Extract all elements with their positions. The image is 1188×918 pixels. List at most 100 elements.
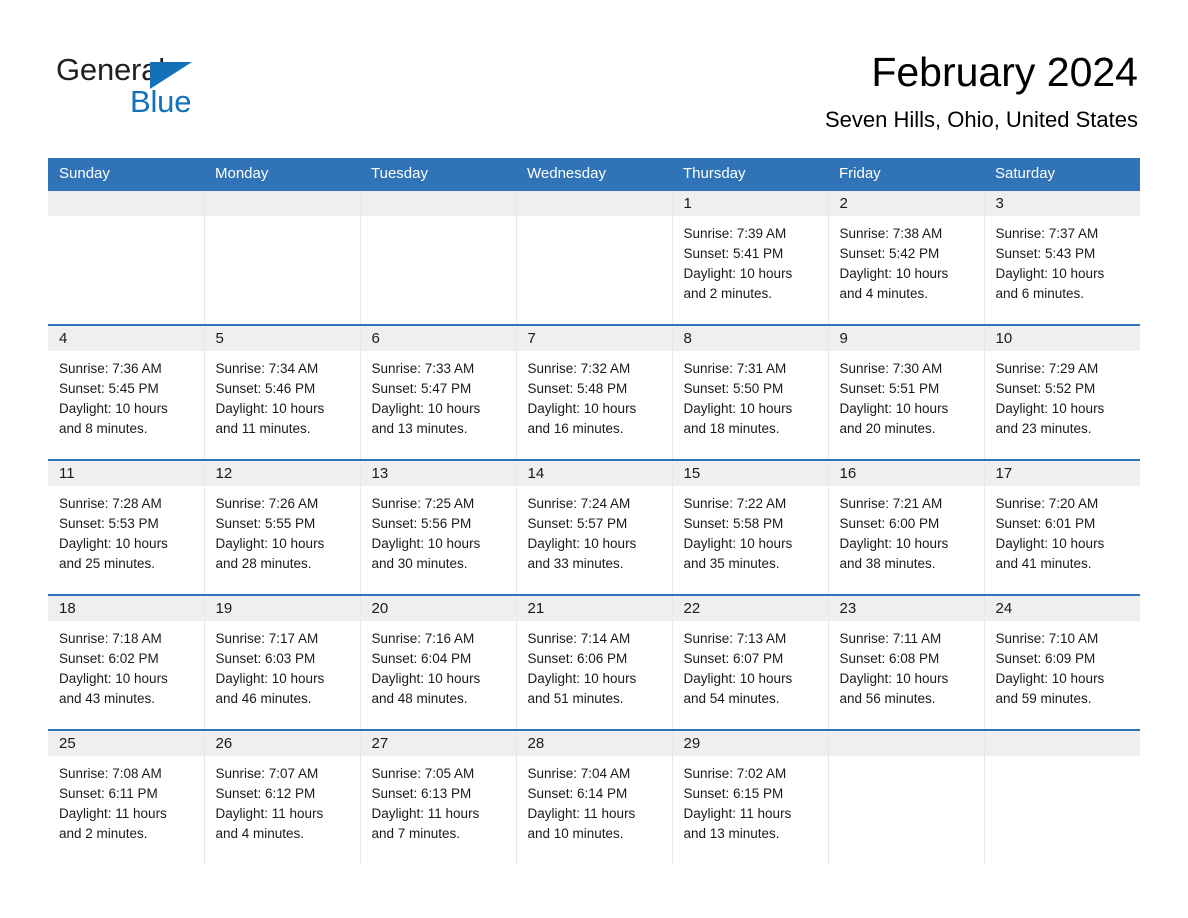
day-detail-line: Daylight: 10 hours [995, 266, 1105, 281]
day-details: Sunrise: 7:26 AM Sunset: 5:55 PM Daylight:… [205, 486, 360, 574]
calendar-day-cell[interactable]: 10 Sunrise: 7:29 AM Sunset: 5:52 PM Dayligh… [984, 324, 1140, 460]
calendar-day-cell[interactable]: 3 Sunrise: 7:37 AM Sunset: 5:43 PM Daylight… [984, 189, 1140, 325]
day-detail-line: Sunset: 6:00 PM [839, 516, 940, 531]
day-detail-line: Daylight: 10 hours [995, 671, 1105, 686]
day-detail-line: Sunset: 6:14 PM [527, 786, 628, 801]
day-number: 24 [984, 596, 1140, 621]
day-detail-line: Daylight: 11 hours [527, 806, 636, 821]
day-detail-line: Sunset: 5:58 PM [683, 516, 784, 531]
calendar-day-cell[interactable]: 21 Sunrise: 7:14 AM Sunset: 6:06 PM Dayligh… [516, 594, 673, 730]
calendar-day-cell[interactable]: 24 Sunrise: 7:10 AM Sunset: 6:09 PM Dayligh… [984, 594, 1140, 730]
day-cell-inner: 21 Sunrise: 7:14 AM Sunset: 6:06 PM Dayligh… [516, 596, 672, 729]
day-cell-inner: 25 Sunrise: 7:08 AM Sunset: 6:11 PM Dayligh… [48, 731, 204, 864]
day-detail-line: Sunset: 6:12 PM [215, 786, 316, 801]
day-detail-line: Sunrise: 7:24 AM [527, 496, 631, 511]
day-cell-inner [48, 191, 204, 324]
day-detail-line: and 33 minutes. [527, 556, 624, 571]
page-title: February 2024 [871, 49, 1138, 95]
day-detail-line: Daylight: 10 hours [683, 536, 793, 551]
page-header: General Blue February 2024 Seven Hills, … [0, 0, 1188, 152]
day-detail-line: Sunrise: 7:29 AM [995, 361, 1099, 376]
calendar-day-cell[interactable]: 6 Sunrise: 7:33 AM Sunset: 5:47 PM Daylight… [360, 324, 517, 460]
calendar-header-row: Sunday Monday Tuesday Wednesday Thursday… [48, 158, 1140, 190]
day-detail-line: Sunset: 6:07 PM [683, 651, 784, 666]
calendar-day-cell[interactable]: 28 Sunrise: 7:04 AM Sunset: 6:14 PM Dayligh… [516, 729, 673, 864]
calendar-day-cell[interactable]: 14 Sunrise: 7:24 AM Sunset: 5:57 PM Dayligh… [516, 459, 673, 595]
day-cell-inner [828, 731, 984, 864]
day-detail-line: and 6 minutes. [995, 286, 1085, 301]
day-detail-line: and 4 minutes. [839, 286, 929, 301]
day-detail-line: Sunrise: 7:28 AM [59, 496, 162, 511]
day-detail-line: Daylight: 11 hours [59, 806, 167, 821]
day-detail-line: Sunrise: 7:04 AM [527, 766, 631, 781]
day-details: Sunrise: 7:33 AM Sunset: 5:47 PM Daylight:… [361, 351, 516, 439]
day-cell-inner: 22 Sunrise: 7:13 AM Sunset: 6:07 PM Dayligh… [672, 596, 828, 729]
calendar-day-cell[interactable]: 4 Sunrise: 7:36 AM Sunset: 5:45 PM Daylight… [48, 324, 205, 460]
day-cell-inner [204, 191, 360, 324]
day-detail-line: and 8 minutes. [59, 421, 148, 436]
calendar-day-cell[interactable]: 27 Sunrise: 7:05 AM Sunset: 6:13 PM Dayligh… [360, 729, 517, 864]
calendar-cell-empty [48, 189, 205, 325]
day-detail-line: Daylight: 10 hours [371, 536, 481, 551]
day-detail-line: and 13 minutes. [371, 421, 468, 436]
day-detail-line: Daylight: 10 hours [839, 401, 949, 416]
day-details: Sunrise: 7:17 AM Sunset: 6:03 PM Daylight:… [205, 621, 360, 709]
day-cell-inner: 11 Sunrise: 7:28 AM Sunset: 5:53 PM Dayligh… [48, 461, 204, 594]
calendar-day-cell[interactable]: 25 Sunrise: 7:08 AM Sunset: 6:11 PM Dayligh… [48, 729, 205, 864]
calendar-day-cell[interactable]: 2 Sunrise: 7:38 AM Sunset: 5:42 PM Daylight… [828, 189, 985, 325]
day-cell-inner: 1 Sunrise: 7:39 AM Sunset: 5:41 PM Daylight… [672, 191, 828, 324]
calendar-day-cell[interactable]: 18 Sunrise: 7:18 AM Sunset: 6:02 PM Dayligh… [48, 594, 205, 730]
day-details: Sunrise: 7:07 AM Sunset: 6:12 PM Daylight:… [205, 756, 360, 844]
day-detail-line: Sunset: 6:01 PM [995, 516, 1096, 531]
day-number: 10 [984, 326, 1140, 351]
calendar-day-cell[interactable]: 5 Sunrise: 7:34 AM Sunset: 5:46 PM Daylight… [204, 324, 361, 460]
calendar-day-cell[interactable]: 16 Sunrise: 7:21 AM Sunset: 6:00 PM Dayligh… [828, 459, 985, 595]
day-detail-line: Sunset: 5:41 PM [683, 246, 784, 261]
day-detail-line: Daylight: 11 hours [215, 806, 324, 821]
calendar-day-cell[interactable]: 8 Sunrise: 7:31 AM Sunset: 5:50 PM Daylight… [672, 324, 829, 460]
calendar-day-cell[interactable]: 9 Sunrise: 7:30 AM Sunset: 5:51 PM Daylight… [828, 324, 985, 460]
day-cell-inner: 8 Sunrise: 7:31 AM Sunset: 5:50 PM Daylight… [672, 326, 828, 459]
day-detail-line: Sunrise: 7:11 AM [839, 631, 942, 646]
calendar-day-cell[interactable]: 1 Sunrise: 7:39 AM Sunset: 5:41 PM Daylight… [672, 189, 829, 325]
day-detail-line: Daylight: 10 hours [839, 536, 949, 551]
day-detail-line: and 54 minutes. [683, 691, 780, 706]
day-detail-line: and 41 minutes. [995, 556, 1092, 571]
day-details: Sunrise: 7:13 AM Sunset: 6:07 PM Daylight:… [673, 621, 828, 709]
calendar-day-cell[interactable]: 20 Sunrise: 7:16 AM Sunset: 6:04 PM Dayligh… [360, 594, 517, 730]
day-number: 12 [204, 461, 360, 486]
day-details: Sunrise: 7:39 AM Sunset: 5:41 PM Daylight:… [673, 216, 828, 304]
calendar-day-cell[interactable]: 23 Sunrise: 7:11 AM Sunset: 6:08 PM Dayligh… [828, 594, 985, 730]
day-detail-line: and 18 minutes. [683, 421, 780, 436]
calendar-day-cell[interactable]: 13 Sunrise: 7:25 AM Sunset: 5:56 PM Dayligh… [360, 459, 517, 595]
calendar-week-row: 25 Sunrise: 7:08 AM Sunset: 6:11 PM Dayligh… [48, 729, 1140, 864]
calendar-day-cell[interactable]: 7 Sunrise: 7:32 AM Sunset: 5:48 PM Daylight… [516, 324, 673, 460]
day-details: Sunrise: 7:11 AM Sunset: 6:08 PM Daylight:… [829, 621, 984, 709]
day-cell-inner: 12 Sunrise: 7:26 AM Sunset: 5:55 PM Dayligh… [204, 461, 360, 594]
day-cell-inner: 2 Sunrise: 7:38 AM Sunset: 5:42 PM Daylight… [828, 191, 984, 324]
calendar-day-cell[interactable]: 26 Sunrise: 7:07 AM Sunset: 6:12 PM Dayligh… [204, 729, 361, 864]
day-number: 15 [672, 461, 828, 486]
day-number: 14 [516, 461, 672, 486]
day-detail-line: Sunrise: 7:05 AM [371, 766, 475, 781]
day-detail-line: Sunset: 5:56 PM [371, 516, 472, 531]
calendar-day-cell[interactable]: 17 Sunrise: 7:20 AM Sunset: 6:01 PM Dayligh… [984, 459, 1140, 595]
day-detail-line: and 2 minutes. [683, 286, 773, 301]
day-detail-line: Sunrise: 7:22 AM [683, 496, 787, 511]
day-detail-line: Sunset: 5:57 PM [527, 516, 628, 531]
day-detail-line: Sunset: 5:50 PM [683, 381, 784, 396]
calendar-day-cell[interactable]: 29 Sunrise: 7:02 AM Sunset: 6:15 PM Dayligh… [672, 729, 829, 864]
calendar-page: General Blue February 2024 Seven Hills, … [0, 0, 1188, 918]
day-detail-line: Sunrise: 7:33 AM [371, 361, 475, 376]
calendar-day-cell[interactable]: 19 Sunrise: 7:17 AM Sunset: 6:03 PM Dayligh… [204, 594, 361, 730]
calendar-day-cell[interactable]: 11 Sunrise: 7:28 AM Sunset: 5:53 PM Dayligh… [48, 459, 205, 595]
day-detail-line: Sunrise: 7:20 AM [995, 496, 1099, 511]
day-cell-inner: 7 Sunrise: 7:32 AM Sunset: 5:48 PM Daylight… [516, 326, 672, 459]
day-cell-inner: 27 Sunrise: 7:05 AM Sunset: 6:13 PM Dayligh… [360, 731, 516, 864]
calendar-day-cell[interactable]: 15 Sunrise: 7:22 AM Sunset: 5:58 PM Dayligh… [672, 459, 829, 595]
calendar-day-cell[interactable]: 12 Sunrise: 7:26 AM Sunset: 5:55 PM Dayligh… [204, 459, 361, 595]
logo-text-general: General [56, 52, 165, 87]
calendar-day-cell[interactable]: 22 Sunrise: 7:13 AM Sunset: 6:07 PM Dayligh… [672, 594, 829, 730]
day-details [517, 216, 672, 224]
day-detail-line: and 28 minutes. [215, 556, 312, 571]
